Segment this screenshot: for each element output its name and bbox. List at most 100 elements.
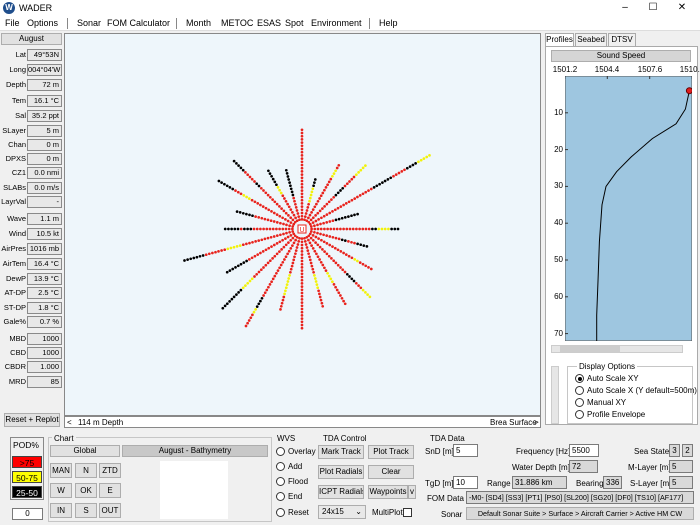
scrollbar-thumb[interactable] [560,346,620,352]
auto-scale-x-radio[interactable] [575,386,584,395]
profile-v-scrollbar[interactable] [551,366,559,424]
propagation-dot [300,301,304,304]
propagation-dot [286,175,290,178]
propagation-dot [328,211,332,215]
plot-radials-button[interactable]: Plot Radials [318,465,364,479]
tab-dtsv[interactable]: DTSV [608,33,636,46]
chart-nav-button[interactable]: S [75,503,97,518]
menu-spot[interactable]: Spot [285,18,304,28]
propagation-dot [377,227,381,231]
sound-speed-chart[interactable] [565,76,692,341]
waypoints-dropdown[interactable]: v [408,485,416,499]
waypoints-button[interactable]: Waypoints [368,485,408,499]
manual-xy-radio[interactable] [575,398,584,407]
propagation-dot [380,227,384,231]
propagation-dot [296,243,300,246]
profile-envelope-radio[interactable] [575,410,584,419]
propagation-dot [259,203,262,207]
menu-environment[interactable]: Environment [311,18,362,28]
propagation-dot [291,193,295,197]
chart-nav-button[interactable]: OK [75,483,97,498]
propagation-dot [335,227,339,231]
menu-sonar[interactable]: Sonar [77,18,101,28]
propagation-dot [266,261,270,265]
global-button[interactable]: Global [50,445,120,457]
sonar-selector[interactable]: Default Sonar Suite > Surface > Aircraft… [466,507,694,520]
tab-profiles[interactable]: Profiles [545,33,574,46]
chart-nav-button[interactable]: E [99,483,121,498]
propagation-dot [300,160,304,164]
propagation-dot [340,216,344,220]
chart-nav-button[interactable]: ZTD [99,463,121,478]
propagation-dot [245,259,248,263]
tgd-input[interactable]: 10 [453,476,478,489]
wvs-option-label: End [288,492,303,501]
propagation-dot [381,181,384,184]
param-row: AirPres 1016 mb [1,243,62,255]
menu-fom-calculator[interactable]: FOM Calculator [107,18,170,28]
multiplot-checkbox[interactable] [403,508,412,517]
propagation-dot [249,227,253,231]
plot-track-button[interactable]: Plot Track [368,445,414,459]
propagation-dot [269,219,273,223]
propagation-dot [321,263,325,267]
grid-select[interactable]: 24x15 ⌄ [318,505,366,519]
param-row: ST-DP 1.8 °C [1,302,62,314]
chart-nav-button[interactable]: W [50,483,72,498]
menu-month[interactable]: Month [186,18,211,28]
profile-h-scrollbar[interactable] [551,345,683,353]
propagation-dot [314,214,317,217]
radial-plot[interactable]: U [64,33,541,416]
minimize-icon[interactable]: – [610,0,640,16]
propagation-dot [392,174,395,178]
propagation-dot [364,190,368,194]
propagation-dot [260,238,264,242]
propagation-dot [291,227,294,231]
menu-options[interactable]: Options [27,18,58,28]
frequency-input[interactable]: 5500 [569,444,599,457]
propagation-dot [342,203,345,207]
menu-metoc[interactable]: METOC [221,18,253,28]
wvs-radio[interactable] [276,508,285,517]
ship-marker-label: U [299,227,304,234]
mark-track-button[interactable]: Mark Track [318,445,364,459]
propagation-dot [266,218,270,222]
wvs-radio[interactable] [276,492,285,501]
scroll-left-arrow[interactable]: < [67,418,72,427]
propagation-dot [411,163,415,167]
chart-nav-button[interactable]: MAN [50,463,72,478]
reset-replot-button[interactable]: Reset + Replot [4,413,60,427]
propagation-dot [325,252,329,256]
propagation-dot [250,198,254,202]
chart-nav-button[interactable]: IN [50,503,72,518]
bathymetry-button[interactable]: August - Bathymetry [122,445,268,457]
menu-help[interactable]: Help [379,18,398,28]
wvs-radio[interactable] [276,462,285,471]
chart-nav-button[interactable]: N [75,463,97,478]
propagation-dot [303,240,307,243]
propagation-dot [268,195,272,199]
propagation-dot [300,326,304,330]
radial-plot-canvas[interactable]: U [65,34,540,415]
tab-seabed[interactable]: Seabed [575,33,607,46]
wvs-radio[interactable] [276,477,285,486]
propagation-dot [281,260,285,264]
auto-scale-xy-radio[interactable] [575,374,584,383]
month-button[interactable]: August [1,33,62,45]
maximize-icon[interactable]: ☐ [638,0,668,16]
propagation-dot [195,255,199,259]
sound-speed-button[interactable]: Sound Speed [551,50,691,62]
propagation-dot [272,235,276,238]
menu-esas[interactable]: ESAS [257,18,281,28]
propagation-dot [259,251,262,255]
snd-input[interactable]: 5 [453,444,478,457]
clear-button[interactable]: Clear [368,465,414,479]
icpt-radials-button[interactable]: ICPT Radials [318,485,364,499]
chart-nav-button[interactable]: OUT [99,503,121,518]
propagation-dot [300,189,304,192]
wvs-radio[interactable] [276,447,285,456]
menu-file[interactable]: File [5,18,20,28]
propagation-dot [241,286,245,290]
close-icon[interactable]: ✕ [667,0,697,16]
scroll-right-arrow[interactable]: > [534,418,539,427]
